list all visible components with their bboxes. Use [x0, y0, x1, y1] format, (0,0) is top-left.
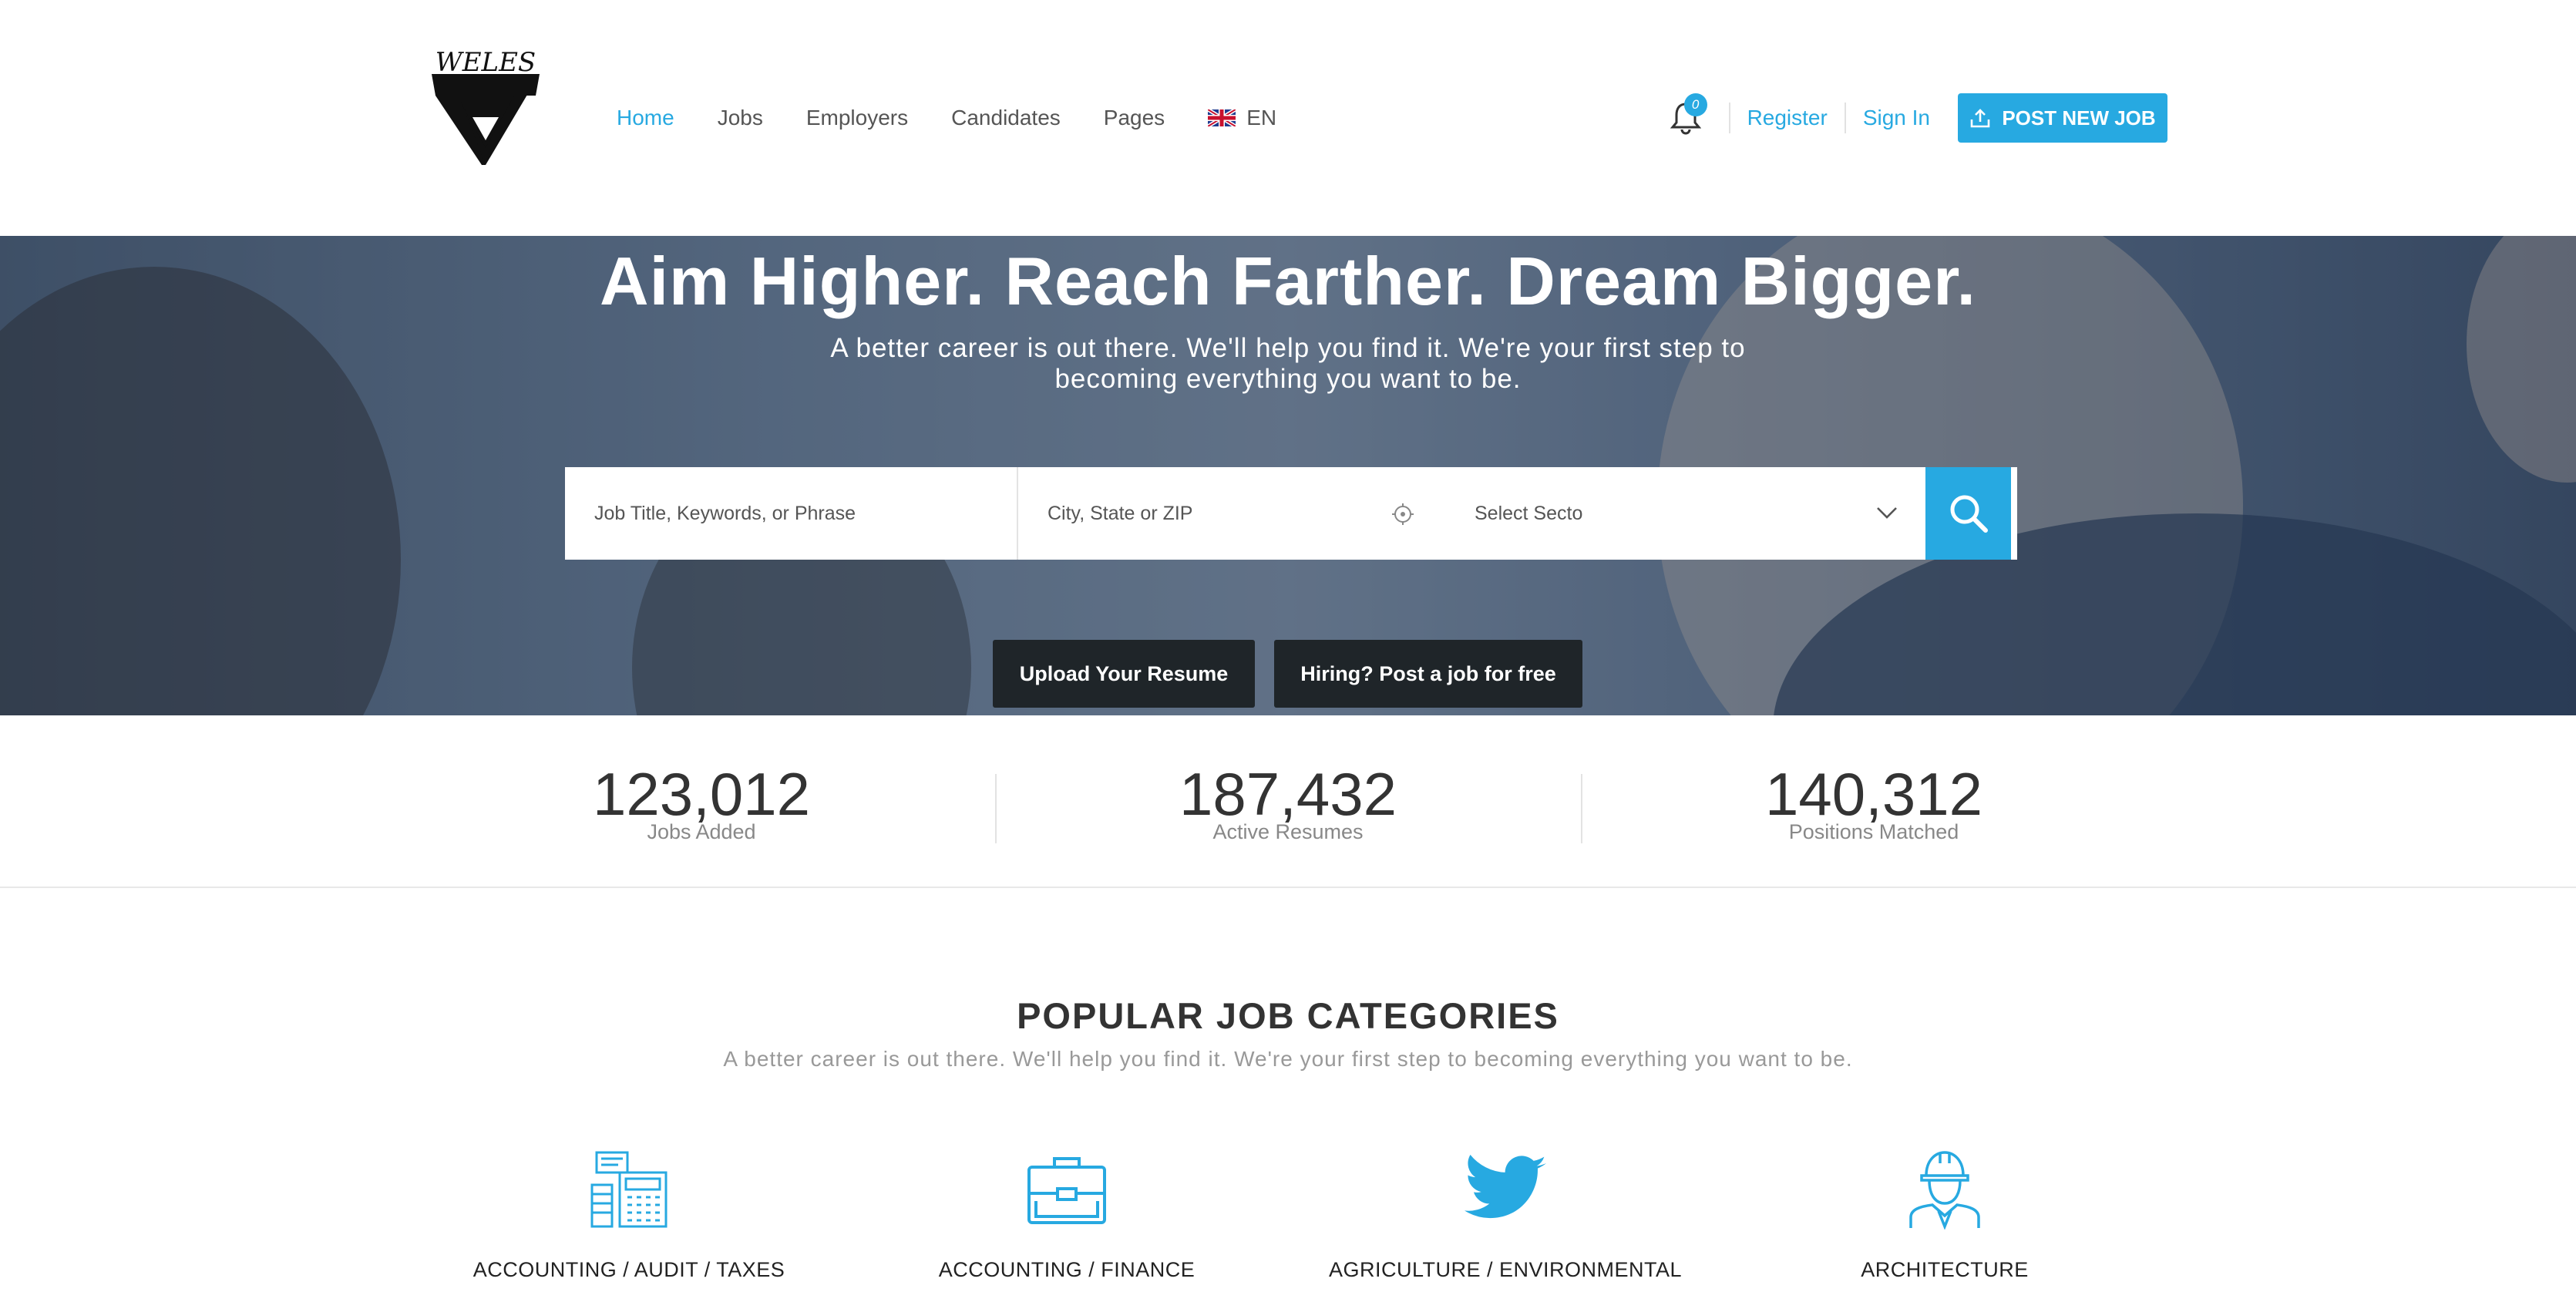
- upload-resume-button[interactable]: Upload Your Resume: [993, 640, 1255, 708]
- category-accounting-audit-taxes[interactable]: ACCOUNTING / AUDIT / TAXES: [429, 1147, 829, 1282]
- stat-value: 140,312: [1765, 760, 1982, 828]
- stat-positions-matched: 140,312 Positions Matched: [1681, 763, 2067, 844]
- location-input[interactable]: City, State or ZIP: [1018, 467, 1475, 560]
- uk-flag-icon: [1208, 109, 1236, 126]
- notifications-button[interactable]: 0: [1663, 93, 1709, 141]
- logo-text: WELES: [435, 47, 536, 78]
- category-accounting-finance[interactable]: ACCOUNTING / FINANCE: [866, 1147, 1267, 1282]
- language-label: EN: [1246, 106, 1277, 130]
- categories-title: POPULAR JOB CATEGORIES: [1017, 995, 1559, 1036]
- hero-banner: Aim Higher. Reach Farther. Dream Bigger.…: [0, 236, 2576, 715]
- header-actions: 0 Register Sign In POST NEW JOB: [1663, 0, 2576, 236]
- search-button[interactable]: [1925, 467, 2011, 560]
- category-architecture[interactable]: ARCHITECTURE: [1744, 1147, 2145, 1282]
- nav-employers[interactable]: Employers: [806, 106, 908, 130]
- category-name: ACCOUNTING / FINANCE: [938, 1258, 1196, 1281]
- hero-title: Aim Higher. Reach Farther. Dream Bigger.: [600, 243, 1976, 319]
- sector-selected-value: Select Secto: [1475, 502, 1583, 524]
- category-name: ACCOUNTING / AUDIT / TAXES: [472, 1258, 785, 1281]
- briefcase-icon: [1027, 1157, 1106, 1224]
- upload-icon: [1971, 109, 1990, 128]
- logo[interactable]: WELES: [428, 42, 543, 192]
- divider: [1728, 103, 1730, 133]
- category-name: ARCHITECTURE: [1861, 1258, 2029, 1281]
- keywords-placeholder: Job Title, Keywords, or Phrase: [594, 502, 856, 524]
- category-agriculture-environmental[interactable]: AGRICULTURE / ENVIRONMENTAL: [1305, 1147, 1706, 1282]
- hero-subtitle: A better career is out there. We'll help…: [830, 333, 1746, 394]
- categories-subtitle: A better career is out there. We'll help…: [723, 1047, 1853, 1071]
- post-job-free-button[interactable]: Hiring? Post a job for free: [1274, 640, 1582, 708]
- stat-jobs-added: 123,012 Jobs Added: [509, 763, 894, 844]
- stat-active-resumes: 187,432 Active Resumes: [1095, 763, 1481, 844]
- location-placeholder: City, State or ZIP: [1048, 502, 1193, 524]
- stat-label: Jobs Added: [647, 820, 756, 843]
- site-header: WELES Home Jobs Employers Candidates Pag…: [0, 0, 2576, 236]
- stat-value: 123,012: [593, 760, 810, 828]
- notification-badge: 0: [1683, 93, 1707, 116]
- twitter-bird-icon: [1465, 1155, 1546, 1219]
- stat-label: Active Resumes: [1212, 820, 1364, 843]
- stat-divider: [995, 774, 997, 843]
- stat-label: Positions Matched: [1788, 820, 1959, 843]
- search-icon: [1950, 495, 1988, 533]
- stat-divider: [1581, 774, 1582, 843]
- calculator-icon: [590, 1151, 668, 1228]
- sign-in-link[interactable]: Sign In: [1863, 106, 1930, 130]
- main-nav: Home Jobs Employers Candidates Pages EN: [617, 0, 1320, 236]
- divider: [1844, 103, 1846, 133]
- nav-pages[interactable]: Pages: [1104, 106, 1165, 130]
- category-name: AGRICULTURE / ENVIRONMENTAL: [1328, 1258, 1683, 1281]
- sector-select[interactable]: Select Secto: [1475, 467, 1925, 560]
- chevron-down-icon: [1877, 507, 1897, 519]
- worker-helmet-icon: [1909, 1151, 1980, 1230]
- language-selector[interactable]: EN: [1208, 106, 1276, 130]
- stats-bar: 123,012 Jobs Added 187,432 Active Resume…: [0, 715, 2576, 888]
- nav-candidates[interactable]: Candidates: [951, 106, 1061, 130]
- post-new-job-label: POST NEW JOB: [2002, 106, 2156, 130]
- post-new-job-button[interactable]: POST NEW JOB: [1958, 93, 2167, 143]
- keywords-input[interactable]: Job Title, Keywords, or Phrase: [565, 467, 1018, 560]
- job-search-bar: Job Title, Keywords, or Phrase City, Sta…: [565, 467, 2017, 560]
- stat-value: 187,432: [1179, 760, 1397, 828]
- locate-icon[interactable]: [1391, 503, 1414, 526]
- register-link[interactable]: Register: [1747, 106, 1828, 130]
- nav-jobs[interactable]: Jobs: [718, 106, 763, 130]
- nav-home[interactable]: Home: [617, 106, 674, 130]
